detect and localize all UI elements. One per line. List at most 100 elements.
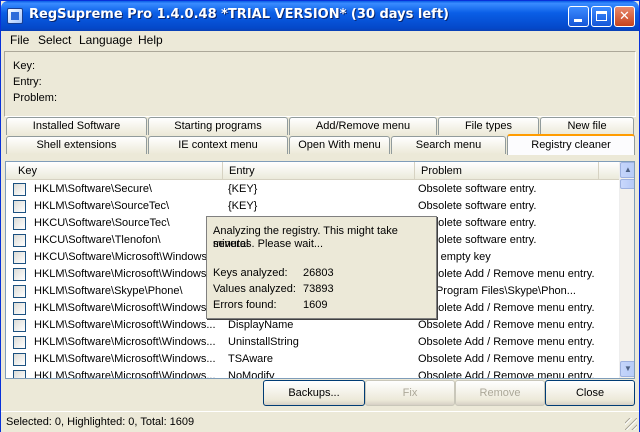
popup-message-line-2: minutes. Please wait... xyxy=(213,238,324,250)
problem-label: Problem: xyxy=(13,92,58,104)
cell-entry: NoModify xyxy=(228,370,275,379)
row-checkbox[interactable] xyxy=(13,183,26,196)
title-bar[interactable]: RegSupreme Pro 1.4.0.48 *TRIAL VERSION* … xyxy=(1,1,639,31)
table-row[interactable]: HKLM\Software\Microsoft\Windows... TSAwar… xyxy=(6,351,619,368)
cell-key: HKLM\Software\Skype\Phone\ xyxy=(34,285,183,297)
tab-file-types[interactable]: File types xyxy=(438,117,539,135)
details-panel: Key: Entry: Problem: xyxy=(4,51,636,117)
tab-open-with-menu[interactable]: Open With menu xyxy=(289,136,390,154)
key-label: Key: xyxy=(13,60,36,72)
cell-key: HKLM\Software\Microsoft\Windows xyxy=(34,302,207,314)
table-row[interactable]: HKLM\Software\Secure\ {KEY} Obsolete softw… xyxy=(6,181,619,198)
table-row[interactable]: HKLM\Software\Microsoft\Windows... Displa… xyxy=(6,317,619,334)
analysis-progress-popup: Analyzing the registry. This might take … xyxy=(206,216,437,319)
backups-button[interactable]: Backups... xyxy=(263,380,365,406)
status-text: Selected: 0, Highlighted: 0, Total: 1609 xyxy=(6,416,195,428)
cell-problem: Obsolete Add / Remove menu entry. xyxy=(418,353,595,365)
remove-button[interactable]: Remove xyxy=(455,380,545,406)
cell-key: HKLM\Software\SourceTec\ xyxy=(34,200,170,212)
minimize-button[interactable] xyxy=(568,6,589,27)
keys-analyzed-value: 26803 xyxy=(303,267,334,279)
cell-problem: less empty key xyxy=(418,251,491,263)
list-header: Key Entry Problem xyxy=(6,162,619,180)
tab-add-remove-menu[interactable]: Add/Remove menu xyxy=(289,117,437,135)
table-row[interactable]: HKLM\Software\SourceTec\ {KEY} Obsolete so… xyxy=(6,198,619,215)
tab-ie-context-menu[interactable]: IE context menu xyxy=(148,136,288,154)
cell-problem: Obsolete Add / Remove menu entry. xyxy=(418,336,595,348)
tab-starting-programs[interactable]: Starting programs xyxy=(148,117,288,135)
cell-problem: "C:\Program Files\Skype\Phon... xyxy=(418,285,576,297)
menu-language[interactable]: Language xyxy=(79,33,132,47)
tab-strip: Installed Software Starting programs Add… xyxy=(1,117,639,157)
tab-registry-cleaner[interactable]: Registry cleaner xyxy=(507,134,635,155)
app-icon[interactable] xyxy=(7,8,23,24)
window-title: RegSupreme Pro 1.4.0.48 *TRIAL VERSION* … xyxy=(29,7,449,22)
main-window: RegSupreme Pro 1.4.0.48 *TRIAL VERSION* … xyxy=(0,0,640,432)
row-checkbox[interactable] xyxy=(13,302,26,315)
values-analyzed-label: Values analyzed: xyxy=(213,283,296,295)
scroll-thumb[interactable] xyxy=(620,179,634,189)
cell-key: HKLM\Software\Microsoft\Windows... xyxy=(34,353,216,365)
table-row[interactable]: HKLM\Software\Microsoft\Windows... Uninst… xyxy=(6,334,619,351)
menu-bar: File Select Language Help xyxy=(1,31,639,49)
tab-shell-extensions[interactable]: Shell extensions xyxy=(6,136,147,154)
tab-search-menu[interactable]: Search menu xyxy=(391,136,506,154)
keys-analyzed-label: Keys analyzed: xyxy=(213,267,288,279)
cell-key: HKCU\Software\Tlenofon\ xyxy=(34,234,161,246)
table-row[interactable]: HKLM\Software\Microsoft\Windows... NoModi… xyxy=(6,368,619,379)
cell-key: HKLM\Software\Microsoft\Windows... xyxy=(34,319,216,331)
row-checkbox[interactable] xyxy=(13,285,26,298)
row-checkbox[interactable] xyxy=(13,353,26,366)
maximize-button[interactable] xyxy=(591,6,612,27)
cell-entry: TSAware xyxy=(228,353,274,365)
errors-found-value: 1609 xyxy=(303,299,328,311)
tab-installed-software[interactable]: Installed Software xyxy=(6,117,147,135)
cell-key: HKLM\Software\Microsoft\Windows... xyxy=(34,370,216,379)
column-entry[interactable]: Entry xyxy=(223,162,415,180)
row-checkbox[interactable] xyxy=(13,234,26,247)
vertical-scrollbar[interactable]: ▲ ▼ xyxy=(619,162,634,378)
cell-key: HKLM\Software\Microsoft\Windows... xyxy=(34,336,216,348)
row-checkbox[interactable] xyxy=(13,200,26,213)
maximize-icon xyxy=(596,11,607,21)
row-checkbox[interactable] xyxy=(13,251,26,264)
values-analyzed-value: 73893 xyxy=(303,283,334,295)
scroll-down-icon[interactable]: ▼ xyxy=(620,361,634,377)
button-bar: Backups... Fix Remove Close xyxy=(1,379,639,409)
close-window-button[interactable]: ✕ xyxy=(614,6,635,27)
errors-found-label: Errors found: xyxy=(213,299,277,311)
cell-problem: Obsolete Add / Remove menu entry. xyxy=(418,319,595,331)
row-checkbox[interactable] xyxy=(13,268,26,281)
column-key[interactable]: Key xyxy=(6,162,223,180)
row-checkbox[interactable] xyxy=(13,217,26,230)
cell-entry: UninstallString xyxy=(228,336,299,348)
menu-select[interactable]: Select xyxy=(38,33,71,47)
row-checkbox[interactable] xyxy=(13,336,26,349)
column-problem[interactable]: Problem xyxy=(415,162,599,180)
status-bar: Selected: 0, Highlighted: 0, Total: 1609 xyxy=(1,411,639,432)
row-checkbox[interactable] xyxy=(13,319,26,332)
close-icon: ✕ xyxy=(619,9,630,24)
cell-problem: Obsolete software entry. xyxy=(418,200,537,212)
resize-grip-icon[interactable] xyxy=(625,418,637,430)
entry-label: Entry: xyxy=(13,76,42,88)
cell-entry: {KEY} xyxy=(228,200,258,212)
cell-problem: Obsolete Add / Remove menu entry. xyxy=(418,302,595,314)
tab-new-file[interactable]: New file xyxy=(540,117,634,135)
scroll-up-icon[interactable]: ▲ xyxy=(620,162,634,178)
cell-entry: {KEY} xyxy=(228,183,258,195)
cell-key: HKLM\Software\Microsoft\Windows xyxy=(34,268,207,280)
menu-file[interactable]: File xyxy=(10,33,29,47)
cell-problem: Obsolete Add / Remove menu entry. xyxy=(418,370,595,379)
close-button[interactable]: Close xyxy=(545,380,635,406)
cell-entry: DisplayName xyxy=(228,319,294,331)
row-checkbox[interactable] xyxy=(13,370,26,378)
cell-key: HKCU\Software\SourceTec\ xyxy=(34,217,170,229)
cell-problem: Obsolete software entry. xyxy=(418,217,537,229)
menu-help[interactable]: Help xyxy=(138,33,163,47)
cell-problem: Obsolete software entry. xyxy=(418,183,537,195)
minimize-icon xyxy=(574,19,582,22)
cell-problem: Obsolete software entry. xyxy=(418,234,537,246)
cell-key: HKCU\Software\Microsoft\Windows xyxy=(34,251,207,263)
fix-button[interactable]: Fix xyxy=(365,380,455,406)
